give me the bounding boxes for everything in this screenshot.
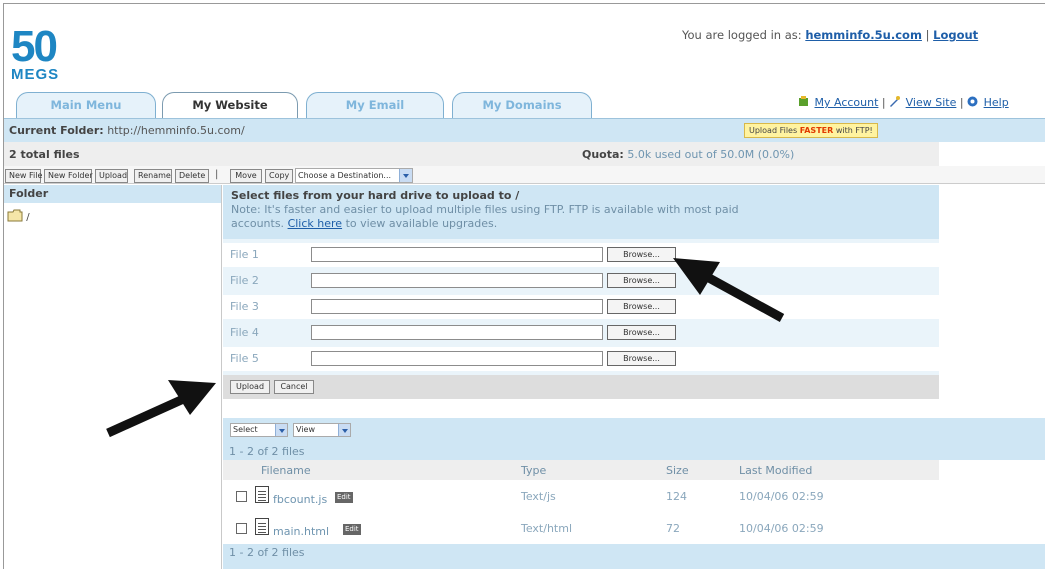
arrow-to-upload-icon — [106, 380, 216, 438]
annotation-arrows — [106, 258, 785, 438]
arrow-to-browse-icon — [673, 258, 785, 322]
